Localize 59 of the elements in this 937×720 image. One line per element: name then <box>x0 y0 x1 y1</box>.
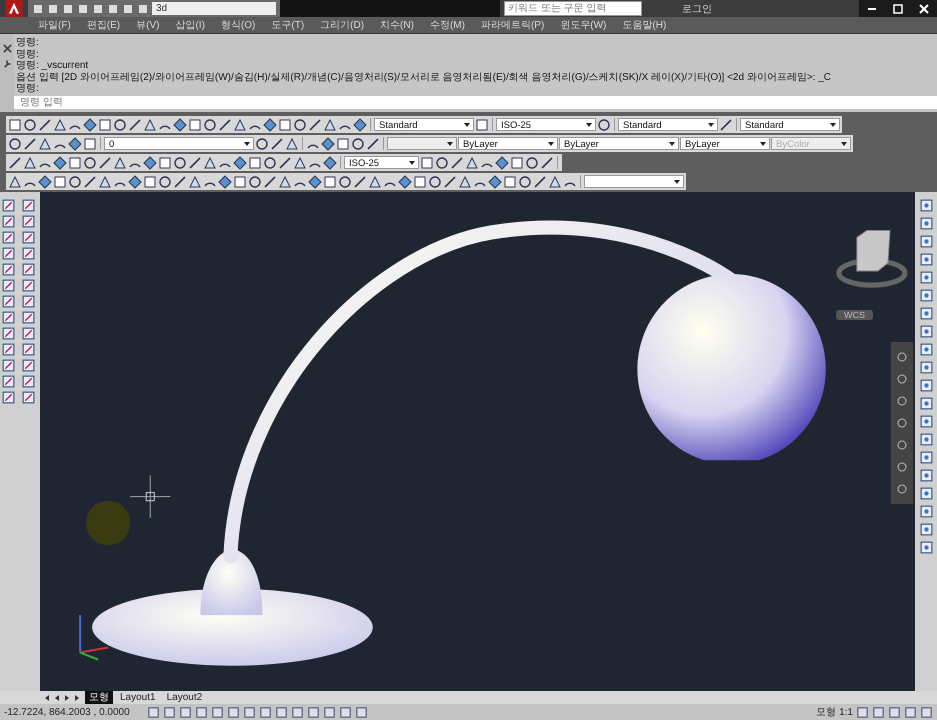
model-space-toggle[interactable]: 모형 <box>816 705 836 719</box>
caret-icon <box>447 142 453 146</box>
toolbar-dropdown[interactable] <box>584 175 684 188</box>
view-cube-drawing[interactable] <box>836 230 908 288</box>
minimize-icon <box>868 8 876 10</box>
menu-item[interactable]: 삽입(I) <box>175 18 205 32</box>
crosshair-cursor-icon <box>130 474 171 518</box>
caret-icon <box>244 142 250 146</box>
caret-icon <box>464 123 470 127</box>
search-field[interactable]: 키워드 또는 구문 입력 <box>504 1 642 16</box>
login-link[interactable]: 로그인 <box>682 2 712 16</box>
command-history-line: 명령: <box>16 83 40 94</box>
caret-icon <box>674 180 680 184</box>
toolbar-dropdown[interactable]: 0 <box>104 137 254 150</box>
wcs-label[interactable]: WCS <box>836 310 873 320</box>
menu-item[interactable]: 파라메트릭(P) <box>480 18 544 32</box>
ucs-axis-icon <box>79 615 108 661</box>
toolbar-dropdown[interactable]: ByLayer <box>680 137 770 150</box>
toolbar-dropdown[interactable]: Standard <box>618 118 718 131</box>
annotation-scale[interactable]: 1:1 <box>839 706 853 718</box>
caret-icon <box>841 142 847 146</box>
command-history-line: 명령: <box>16 48 40 60</box>
caret-icon <box>708 123 714 127</box>
command-input[interactable]: 명령 입력 <box>14 96 937 109</box>
toolbar-dropdown[interactable]: Standard <box>374 118 474 131</box>
menu-item[interactable]: 뷰(V) <box>136 18 160 32</box>
toolbar-dropdown[interactable]: Standard <box>740 118 840 131</box>
menu-item[interactable]: 편집(E) <box>86 18 120 32</box>
toolbar-dropdown[interactable]: ISO-25 <box>344 156 419 169</box>
toolbar-dropdown[interactable]: ByLayer <box>458 137 558 150</box>
workspace-dropdown[interactable]: 3d <box>152 2 276 15</box>
caret-icon <box>409 161 415 165</box>
caret-icon <box>830 123 836 127</box>
command-history-line: 명령: <box>16 37 40 48</box>
menu-item[interactable]: 파일(F) <box>38 18 71 32</box>
caret-icon <box>760 142 766 146</box>
toolbar-dropdown[interactable]: ISO-25 <box>496 118 596 131</box>
command-history-line: 옵션 입력 [2D 와이어프레임(2)/와이어프레임(W)/숨김(H)/실제(R)/개념(C)/음영처리(S)/모서리로 음영처리됨(E)/회색 음영처리(G)/스케치(SK)/X 레이(X)/기타(O)] <2d 와이어프레임>: _C <box>16 72 832 83</box>
toolbar-dropdown[interactable]: ByLayer <box>559 137 679 150</box>
menu-item[interactable]: 윈도우(W) <box>560 18 606 32</box>
command-history-line: 명령: _vscurrent <box>16 60 90 72</box>
menu-item[interactable]: 형식(O) <box>220 18 256 32</box>
layout-tab[interactable]: Layout2 <box>162 691 206 704</box>
maximize-icon <box>893 4 903 14</box>
close-icon[interactable] <box>2 44 12 53</box>
close-icon <box>919 4 929 14</box>
layout-tab[interactable]: 모형 <box>85 691 113 704</box>
coordinates-readout: -12.7224, 864.2003 , 0.0000 <box>4 706 131 718</box>
circle-marker-icon <box>86 500 130 546</box>
caret-icon <box>586 123 592 127</box>
menu-item[interactable]: 치수(N) <box>380 18 414 32</box>
caret-icon <box>548 142 554 146</box>
menu-item[interactable]: 수정(M) <box>430 18 465 32</box>
wrench-icon[interactable] <box>2 59 12 68</box>
menu-item[interactable]: 그리기(D) <box>320 18 364 32</box>
menu-item[interactable]: 도구(T) <box>271 18 304 32</box>
layout-tab[interactable]: Layout1 <box>116 691 160 704</box>
menu-item[interactable]: 도움말(H) <box>622 18 666 32</box>
caret-icon <box>669 142 675 146</box>
